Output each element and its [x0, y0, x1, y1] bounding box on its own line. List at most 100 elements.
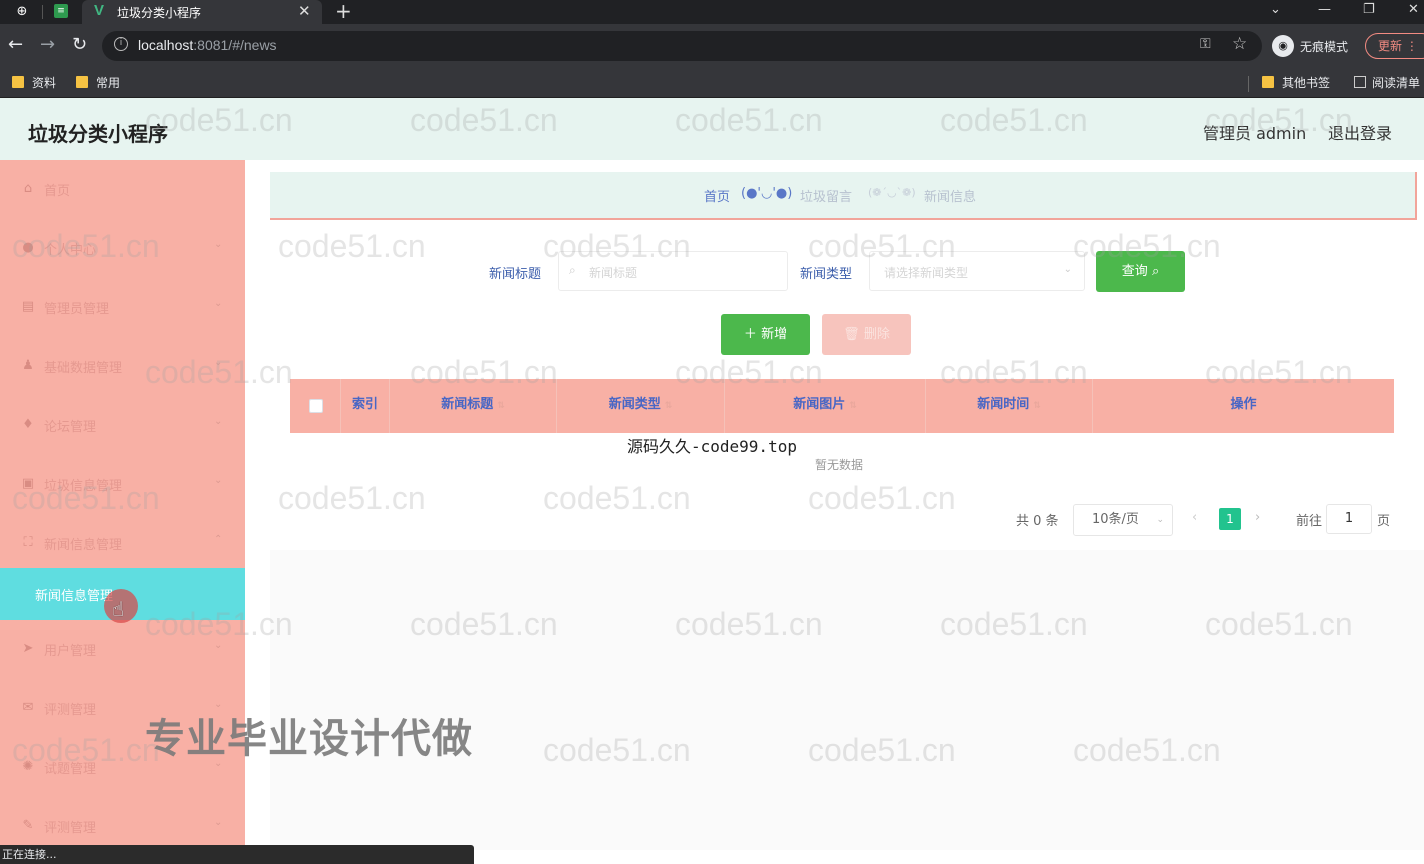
sidebar-item-label: 评测管理 — [44, 821, 97, 836]
sidebar-item-profile[interactable]: ● 个人中心 ⌄ — [0, 219, 245, 278]
search-icon: ⌕ — [569, 263, 576, 277]
delete-button[interactable]: 🗑 删除 — [822, 314, 911, 355]
chevron-down-icon: ⌄ — [214, 640, 223, 651]
address-bar: ← → ↻ i localhost:8081/#/news ⚿ ☆ ◉ 无痕模式… — [0, 24, 1424, 68]
incognito-icon[interactable]: ◉ — [1272, 35, 1294, 57]
sort-icon[interactable]: ⇅ — [1033, 401, 1041, 411]
sidebar-item-basedata[interactable]: ♟ 基础数据管理 ⌄ — [0, 337, 245, 396]
breadcrumb-home[interactable]: 首页 — [704, 186, 730, 205]
table-header: 索引 新闻标题 ⇅ 新闻类型 ⇅ 新闻图片 ⇅ 新闻时间 ⇅ 操作 — [290, 379, 1394, 433]
update-button[interactable]: 更新 ⋮ — [1365, 33, 1424, 59]
bookmarks-bar: 资料 常用 其他书签 阅读清单 — [0, 68, 1424, 98]
forum-icon: ♦ — [22, 417, 34, 432]
pinned-tab-icon[interactable]: ≡ — [54, 4, 68, 18]
column-header-actions: 操作 — [1230, 397, 1257, 412]
tab-search-icon[interactable]: ⌄ — [1270, 0, 1281, 20]
reading-list[interactable]: 阅读清单 — [1354, 74, 1420, 92]
chevron-up-icon: ⌃ — [214, 534, 223, 545]
pagination-total: 共 0 条 — [1016, 514, 1059, 529]
sidebar-item-news[interactable]: ⛶ 新闻信息管理 ⌃ — [0, 514, 245, 573]
breadcrumb-item[interactable]: 垃圾留言 — [800, 186, 852, 205]
breadcrumb: 首页 (●'◡'●) 垃圾留言 (❁´◡`❁) 新闻信息 — [270, 172, 1417, 220]
restore-icon[interactable]: ❐ — [1363, 0, 1375, 20]
edit-icon: ✎ — [22, 818, 34, 833]
type-select-label: 新闻类型 — [800, 267, 853, 282]
select-all-checkbox[interactable] — [309, 399, 323, 413]
bookmark-folder-changyong[interactable]: 常用 — [76, 74, 120, 92]
settings-icon: ✺ — [22, 759, 34, 774]
reload-icon[interactable]: ↻ — [72, 34, 87, 56]
bookmark-star-icon[interactable]: ☆ — [1232, 34, 1247, 54]
sidebar-item-label: 个人中心 — [44, 243, 97, 258]
input-placeholder: 新闻标题 — [589, 266, 638, 280]
tab-separator — [42, 5, 43, 19]
sidebar-item-label: 试题管理 — [44, 762, 97, 777]
lower-panel — [270, 550, 1424, 850]
browser-tab-bar: ⊕ ≡ V 垃圾分类小程序 ✕ + ⌄ — ❐ ✕ — [0, 0, 1424, 24]
title-search-input[interactable]: ⌕ 新闻标题 — [558, 251, 788, 291]
admin-icon: ▤ — [21, 299, 35, 314]
logout-link[interactable]: 退出登录 — [1328, 120, 1392, 144]
type-select[interactable]: 请选择新闻类型 ⌄ — [869, 251, 1085, 291]
sort-icon[interactable]: ⇅ — [665, 401, 673, 411]
sidebar-subitem-label: 新闻信息管理 — [35, 589, 114, 604]
add-button[interactable]: ＋ 新增 — [721, 314, 810, 355]
bookmark-folder-other[interactable]: 其他书签 — [1262, 74, 1330, 92]
back-icon[interactable]: ← — [8, 34, 23, 56]
chevron-down-icon: ⌄ — [214, 239, 223, 250]
incognito-label: 无痕模式 — [1300, 40, 1349, 54]
sidebar-item-trash[interactable]: ▣ 垃圾信息管理 ⌄ — [0, 455, 245, 514]
active-tab[interactable]: V 垃圾分类小程序 ✕ — [82, 0, 322, 24]
sidebar-item-label: 基础数据管理 — [44, 361, 123, 376]
column-header-index: 索引 — [341, 379, 390, 433]
column-header-time[interactable]: 新闻时间 ⇅ — [926, 379, 1093, 433]
current-page-button[interactable]: 1 — [1219, 508, 1241, 530]
sort-icon[interactable]: ⇅ — [497, 401, 505, 411]
column-header-image[interactable]: 新闻图片 ⇅ — [725, 379, 926, 433]
new-tab-button[interactable]: + — [335, 0, 352, 22]
column-header-title[interactable]: 新闻标题 ⇅ — [390, 379, 557, 433]
browser-status-bar: 正在连接... — [0, 845, 474, 864]
chevron-down-icon: ⌄ — [1156, 515, 1164, 525]
close-tab-icon[interactable]: ✕ — [298, 2, 311, 20]
chevron-down-icon: ⌄ — [1063, 264, 1072, 275]
empty-table-text: 暂无数据 — [815, 458, 864, 472]
sidebar-item-forum[interactable]: ♦ 论坛管理 ⌄ — [0, 396, 245, 455]
goto-page-input[interactable]: 1 — [1326, 504, 1372, 534]
folder-icon — [76, 76, 88, 88]
sidebar-item-users[interactable]: ➤ 用户管理 ⌄ — [0, 620, 245, 679]
close-window-icon[interactable]: ✕ — [1408, 0, 1419, 20]
breadcrumb-separator: (●'◡'●) — [741, 186, 793, 201]
goto-label: 前往 — [1296, 514, 1323, 529]
select-all-cell — [290, 379, 341, 433]
next-page-icon[interactable]: › — [1255, 510, 1260, 525]
forward-icon[interactable]: → — [40, 34, 55, 56]
column-header-type[interactable]: 新闻类型 ⇅ — [557, 379, 725, 433]
reading-list-icon — [1354, 76, 1366, 88]
page-size-select[interactable]: 10条/页 ⌄ — [1073, 504, 1173, 536]
bookmark-separator — [1248, 76, 1249, 92]
page-suffix: 页 — [1377, 514, 1391, 529]
query-button[interactable]: 查询 ⌕ — [1096, 251, 1185, 292]
sidebar-item-home[interactable]: ⌂ 首页 — [0, 160, 245, 219]
url-field[interactable]: i localhost:8081/#/news ⚿ ☆ — [102, 31, 1262, 61]
send-icon: ➤ — [22, 641, 34, 656]
sidebar-item-label: 垃圾信息管理 — [44, 479, 123, 494]
vue-logo-icon: V — [94, 2, 105, 19]
app-title: 垃圾分类小程序 — [28, 122, 168, 146]
prev-page-icon[interactable]: ‹ — [1192, 510, 1197, 525]
sort-icon[interactable]: ⇅ — [849, 401, 857, 411]
app-header: 垃圾分类小程序 管理员 admin 退出登录 — [0, 98, 1424, 160]
key-icon[interactable]: ⚿ — [1200, 36, 1211, 52]
plus-icon: ＋ — [743, 327, 757, 342]
site-info-icon[interactable]: i — [114, 37, 128, 51]
globe-icon[interactable]: ⊕ — [14, 4, 30, 20]
trash-icon: ▣ — [21, 476, 35, 491]
tab-title: 垃圾分类小程序 — [117, 6, 202, 20]
breadcrumb-current: 新闻信息 — [924, 190, 977, 205]
sidebar-item-label: 新闻信息管理 — [44, 538, 123, 553]
sidebar-item-admins[interactable]: ▤ 管理员管理 ⌄ — [0, 278, 245, 337]
minimize-icon[interactable]: — — [1318, 0, 1331, 20]
folder-icon — [1262, 76, 1274, 88]
bookmark-folder-ziliao[interactable]: 资料 — [12, 74, 56, 92]
